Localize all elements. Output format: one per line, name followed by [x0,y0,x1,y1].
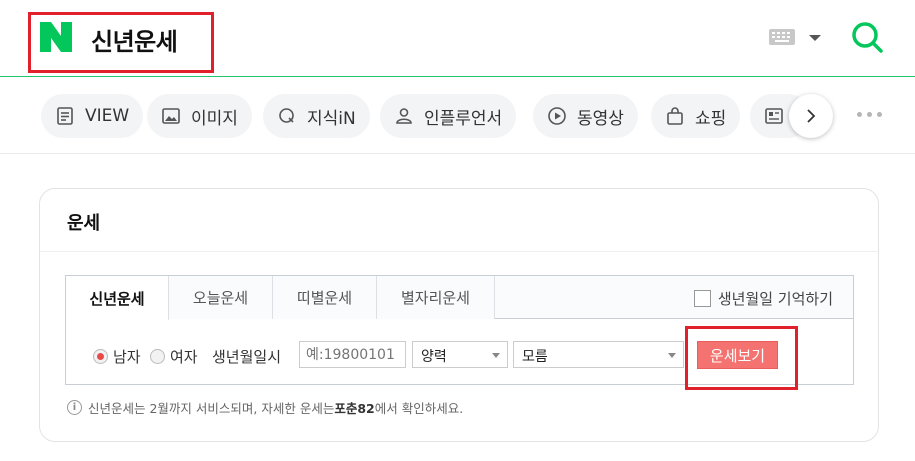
gender-female-label[interactable]: 여자 [170,346,198,367]
tab-view[interactable]: VIEW [41,94,144,138]
tab-image[interactable]: 이미지 [147,94,252,138]
notice: i 신년운세는 2월까지 서비스되며, 자세한 운세는 포춘82 에서 확인하세… [67,398,463,417]
tab-today-fortune[interactable]: 오늘운세 [169,276,273,319]
image-icon [162,108,180,124]
tab-label: 동영상 [577,108,624,129]
tabs-next-button[interactable] [789,94,833,138]
keyboard-icon[interactable] [769,29,795,45]
person-icon [396,108,412,124]
chevron-down-icon [492,353,500,358]
play-icon [548,107,566,125]
divider [40,251,878,252]
naver-logo-icon[interactable] [40,22,72,52]
birth-time-value: 모름 [522,349,548,365]
info-icon: i [67,400,82,415]
tab-constellation-fortune[interactable]: 별자리운세 [377,276,495,319]
remember-birthdate[interactable]: 생년월일 기억하기 [693,288,833,309]
tab-kin[interactable]: 지식iN [263,94,370,138]
more-icon[interactable] [857,112,882,117]
birthdate-input[interactable] [299,341,406,368]
tab-new-year-fortune[interactable]: 신년운세 [66,276,169,320]
birth-label: 생년월일시 [212,348,282,366]
tab-shopping[interactable]: 쇼핑 [651,94,741,138]
gender-male-radio[interactable] [93,349,108,364]
search-header: 신년운세 [0,0,915,77]
fortune-card: 운세 신년운세 오늘운세 띠별운세 별자리운세 생년월일 기억하기 남자 여자 … [39,188,879,442]
fortune-form: 남자 여자 생년월일시 양력 모름 운세보기 [66,320,853,390]
fortune-tab-row: 신년운세 오늘운세 띠별운세 별자리운세 생년월일 기억하기 [66,276,853,320]
tab-influencer[interactable]: 인플루언서 [380,94,517,138]
search-icon[interactable] [850,20,884,54]
remember-checkbox[interactable] [693,290,711,307]
remember-label: 생년월일 기억하기 [717,290,833,308]
tab-label: 지식iN [307,108,356,129]
birth-time-select[interactable]: 모름 [513,341,684,368]
notice-suffix: 에서 확인하세요. [374,401,464,416]
tab-label: VIEW [85,106,130,126]
gender-male-label[interactable]: 남자 [113,346,141,367]
fortune-panel: 신년운세 오늘운세 띠별운세 별자리운세 생년월일 기억하기 남자 여자 생년월… [65,275,854,390]
calendar-type-value: 양력 [421,349,447,365]
chevron-down-icon [668,353,676,358]
calendar-type-select[interactable]: 양력 [412,341,508,368]
shopping-bag-icon [667,107,683,125]
tab-label: 쇼핑 [695,108,727,129]
q-icon [279,108,294,123]
card-title: 운세 [67,213,101,234]
tab-zodiac-animal-fortune[interactable]: 띠별운세 [273,276,377,319]
tab-video[interactable]: 동영상 [533,94,638,138]
fortune82-link[interactable]: 포춘82 [334,398,374,417]
document-icon [57,107,73,125]
news-card-icon [765,108,783,124]
chevron-right-icon [807,109,816,123]
search-tabs: VIEW 이미지 지식iN 인플루언서 동영상 쇼핑 [0,78,915,154]
notice-prefix: 신년운세는 2월까지 서비스되며, 자세한 운세는 [88,401,335,416]
view-fortune-button[interactable]: 운세보기 [697,341,778,369]
gender-female-radio[interactable] [150,349,165,364]
chevron-down-icon[interactable] [809,35,821,41]
tab-label: 이미지 [191,108,238,129]
search-query-text[interactable]: 신년운세 [91,22,178,57]
tab-label: 인플루언서 [424,108,503,129]
